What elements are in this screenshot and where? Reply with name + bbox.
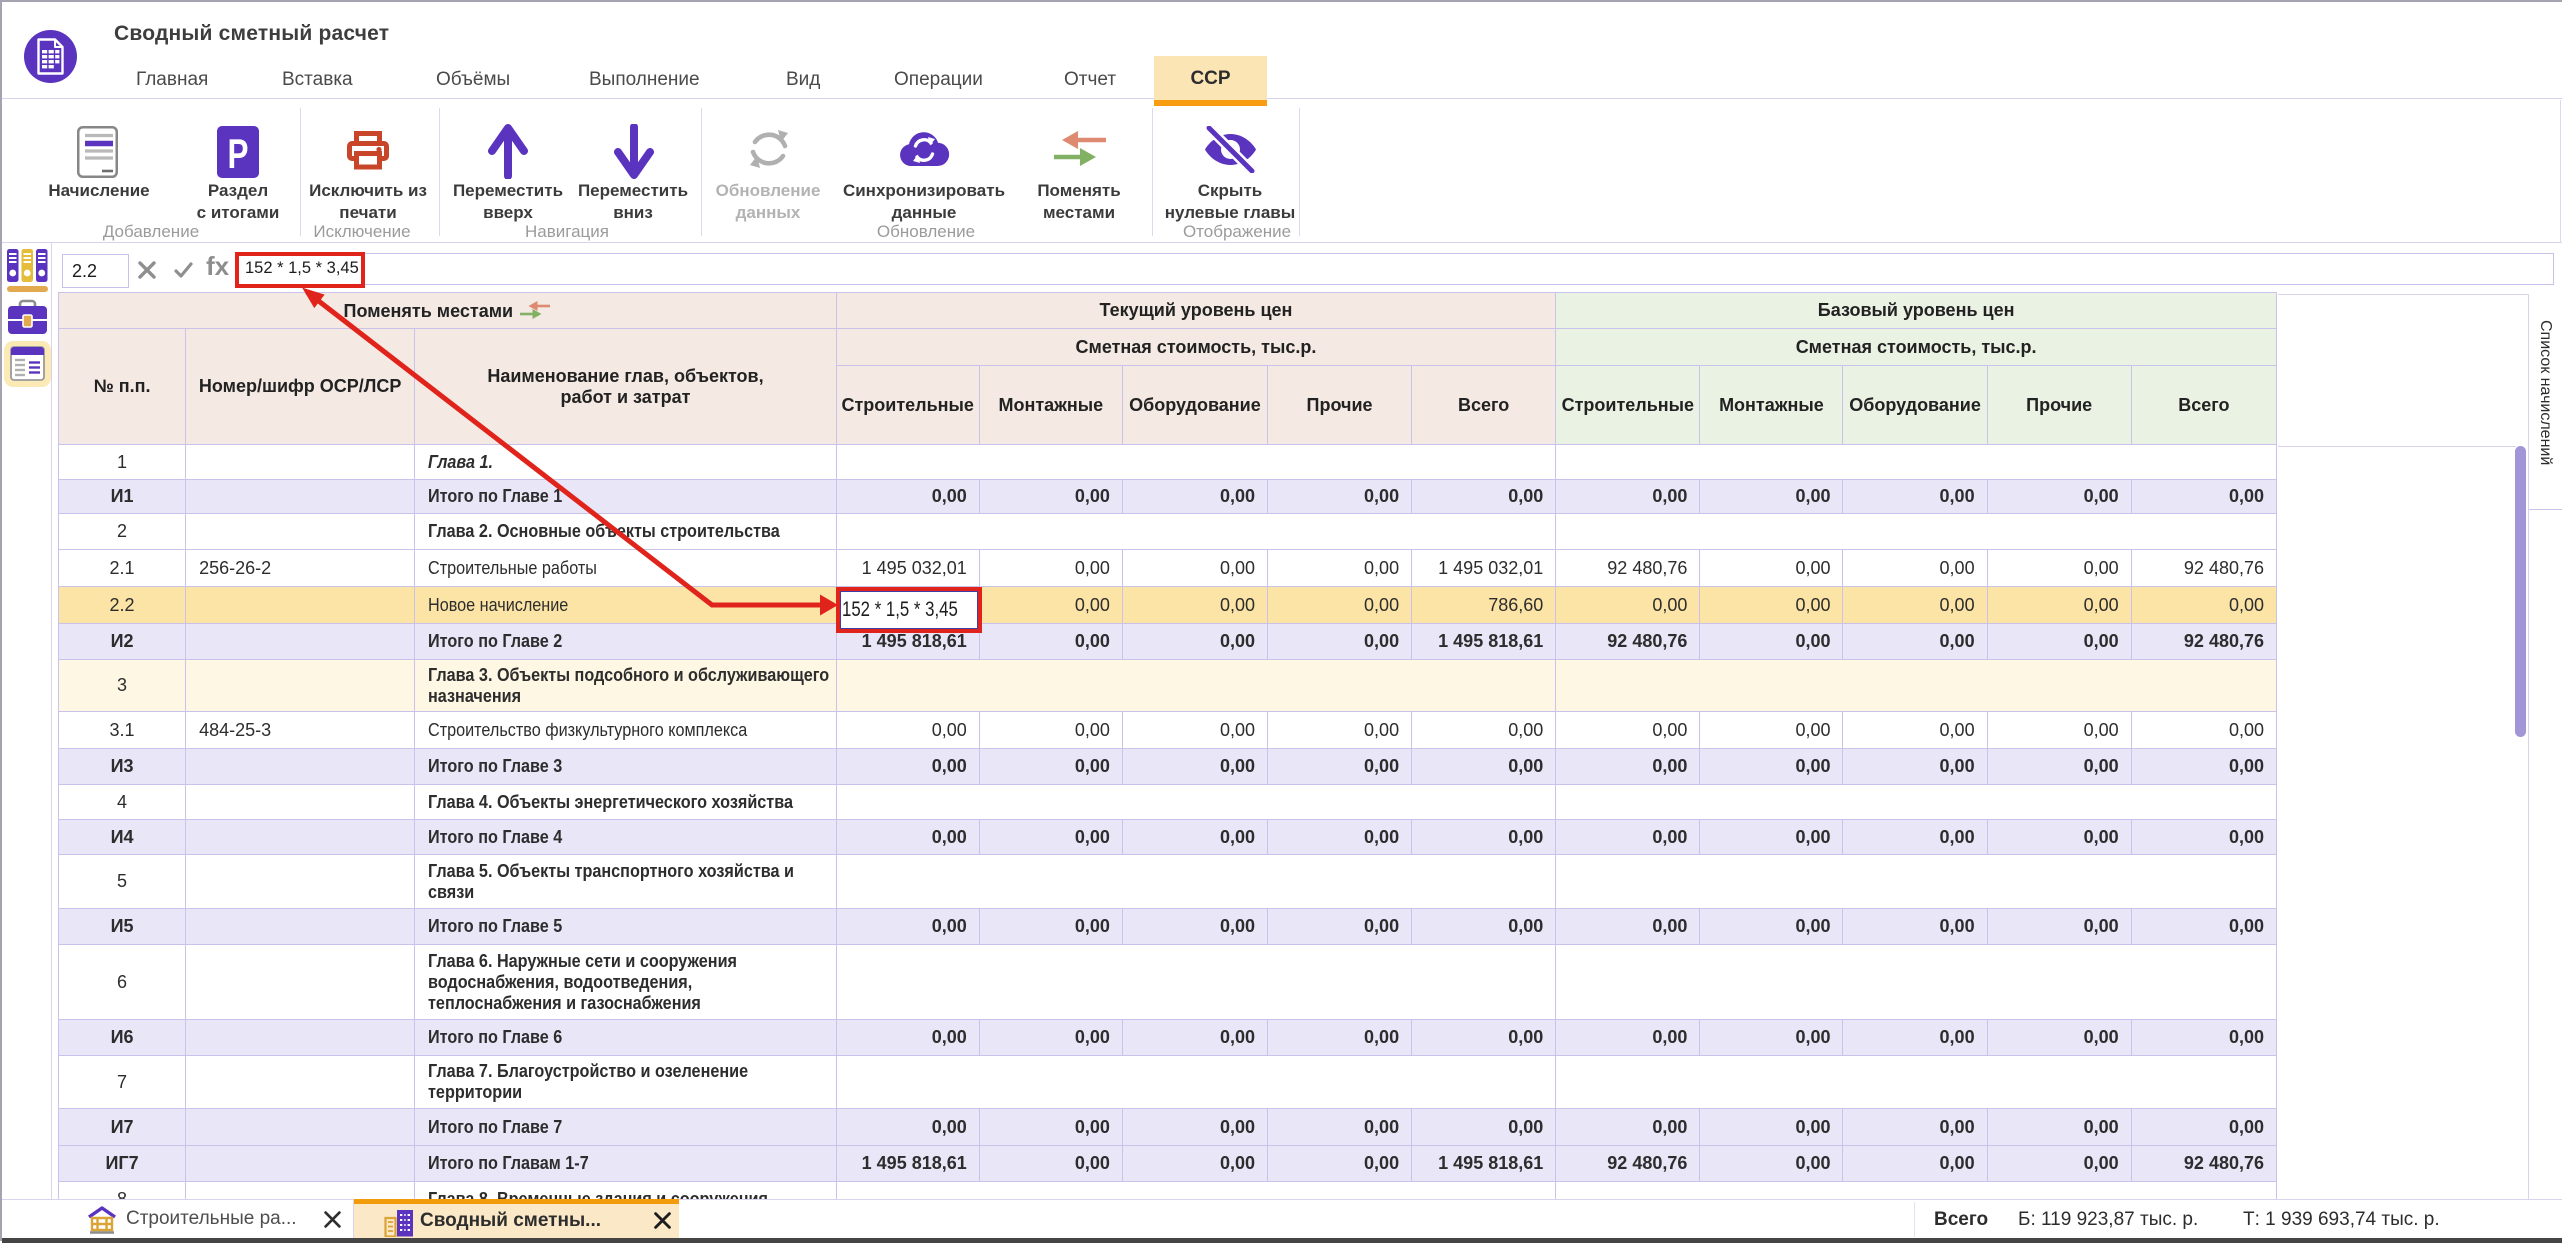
- svg-text:P: P: [228, 130, 249, 177]
